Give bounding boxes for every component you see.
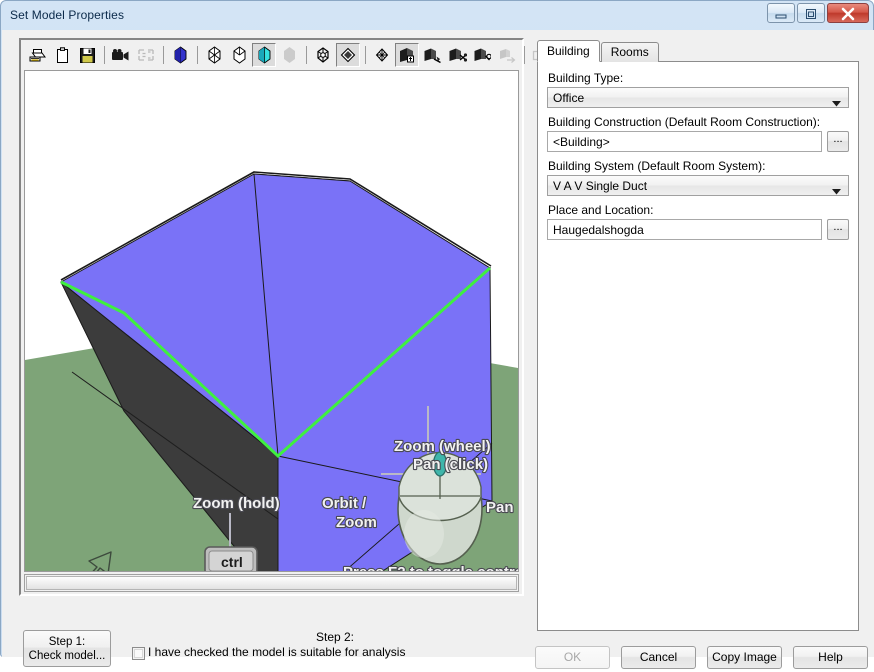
- toolbar-separator: [197, 46, 198, 64]
- place-location-value: Haugedalshogda: [553, 222, 644, 237]
- camera-icon[interactable]: [109, 43, 133, 67]
- zoom-hold-label: Zoom (hold): [193, 495, 280, 512]
- wireframe-shading-icon[interactable]: [202, 43, 226, 67]
- print-icon[interactable]: [25, 43, 49, 67]
- tab-building[interactable]: Building: [537, 40, 600, 62]
- ctrl-key-label: ctrl: [221, 554, 243, 570]
- copy-image-button[interactable]: Copy Image: [707, 646, 782, 669]
- step2-block: Step 2: I have checked the model is suit…: [132, 630, 522, 660]
- zoom-wheel-label: Zoom (wheel): [394, 438, 491, 455]
- building-system-label: Building System (Default Room System):: [548, 159, 766, 173]
- model-viewer-panel: Zoom (wheel) Pan (click) Orbit / Zoom Pa…: [19, 38, 559, 596]
- toolbar-separator: [163, 46, 164, 64]
- building-construction-input[interactable]: <Building>: [547, 131, 822, 152]
- tab-strip: Building Rooms: [537, 40, 659, 62]
- toolbar-separator: [524, 46, 525, 64]
- move-object-icon[interactable]: [495, 43, 519, 67]
- fit-view-icon[interactable]: [134, 43, 158, 67]
- building-type-label: Building Type:: [548, 71, 624, 85]
- pan-label: Pan: [486, 499, 514, 516]
- workflow-steps-row: Step 1: Check model... Step 2: I have ch…: [19, 626, 524, 672]
- close-icon[interactable]: [827, 3, 869, 23]
- ctrl-key-graphic: ctrl: [204, 546, 258, 571]
- clipboard-icon[interactable]: [50, 43, 74, 67]
- shaded-view-icon[interactable]: [252, 43, 276, 67]
- tab-rooms[interactable]: Rooms: [600, 42, 659, 62]
- set-model-properties-window: Set Model Properties Zoom (wheel) Pan (c…: [0, 0, 874, 669]
- step1-action-label: Check model...: [28, 650, 106, 662]
- step1-title: Step 1:: [48, 636, 86, 648]
- check-model-button[interactable]: Step 1: Check model...: [23, 630, 111, 667]
- transparent-view-icon[interactable]: [277, 43, 301, 67]
- building-construction-group: Building Construction (Default Room Cons…: [547, 115, 849, 152]
- model-3d-viewport[interactable]: Zoom (wheel) Pan (click) Orbit / Zoom Pa…: [24, 70, 519, 572]
- building-construction-label: Building Construction (Default Room Cons…: [548, 115, 821, 129]
- building-construction-value: <Building>: [553, 134, 610, 149]
- model-scene: Zoom (wheel) Pan (click) Orbit / Zoom Pa…: [25, 71, 518, 571]
- orbit-label-line1: Orbit /: [322, 495, 367, 512]
- save-icon[interactable]: [75, 43, 99, 67]
- select-opening-icon[interactable]: [470, 43, 494, 67]
- viewport-horizontal-scrollbar[interactable]: [24, 574, 519, 592]
- select-zone-icon[interactable]: [420, 43, 444, 67]
- step2-title: Step 2:: [315, 630, 355, 644]
- building-system-combobox[interactable]: V A V Single Duct: [547, 175, 849, 196]
- building-tab-panel: Building Type: Office Building Construct…: [537, 61, 859, 631]
- chevron-down-icon: [832, 184, 841, 198]
- viewer-toolbar: [21, 40, 559, 70]
- toolbar-separator: [306, 46, 307, 64]
- dialog-button-row: OK Cancel Copy Image Help: [535, 646, 868, 669]
- select-surface-icon[interactable]: [445, 43, 469, 67]
- building-type-group: Building Type: Office: [547, 71, 849, 108]
- chevron-down-icon: [832, 96, 841, 110]
- solid-shading-icon[interactable]: [168, 43, 192, 67]
- place-location-label: Place and Location:: [548, 203, 654, 217]
- pan-click-label: Pan (click): [413, 456, 488, 473]
- place-location-group: Place and Location: Haugedalshogda ...: [547, 203, 849, 240]
- building-system-value: V A V Single Duct: [553, 178, 648, 193]
- place-location-browse-button[interactable]: ...: [827, 219, 849, 240]
- hidden-line-icon[interactable]: [227, 43, 251, 67]
- minimize-icon[interactable]: [767, 3, 795, 23]
- building-type-combobox[interactable]: Office: [547, 87, 849, 108]
- scrollbar-thumb[interactable]: [26, 576, 517, 590]
- window-title: Set Model Properties: [10, 8, 125, 22]
- dialog-client-area: Zoom (wheel) Pan (click) Orbit / Zoom Pa…: [2, 30, 874, 669]
- toggle-controls-hint: Press F2 to toggle controls: [343, 564, 518, 571]
- building-construction-browse-button[interactable]: ...: [827, 131, 849, 152]
- select-building-icon[interactable]: [395, 43, 419, 67]
- title-bar: Set Model Properties: [1, 1, 874, 30]
- help-button[interactable]: Help: [793, 646, 868, 669]
- building-system-group: Building System (Default Room System): V…: [547, 159, 849, 196]
- facet-display-icon[interactable]: [370, 43, 394, 67]
- model-suitable-checkbox[interactable]: [132, 647, 145, 660]
- maximize-icon[interactable]: [797, 3, 825, 23]
- orbit-label-line2: Zoom: [336, 514, 377, 531]
- building-type-value: Office: [553, 90, 585, 105]
- mesh-display-icon[interactable]: [311, 43, 335, 67]
- ok-button[interactable]: OK: [535, 646, 610, 669]
- toolbar-separator: [104, 46, 105, 64]
- surface-display-icon[interactable]: [336, 43, 360, 67]
- cancel-button[interactable]: Cancel: [621, 646, 696, 669]
- toolbar-separator: [365, 46, 366, 64]
- place-location-input[interactable]: Haugedalshogda: [547, 219, 822, 240]
- properties-tab-host: Building Rooms Building Type: Office Bui…: [537, 40, 859, 632]
